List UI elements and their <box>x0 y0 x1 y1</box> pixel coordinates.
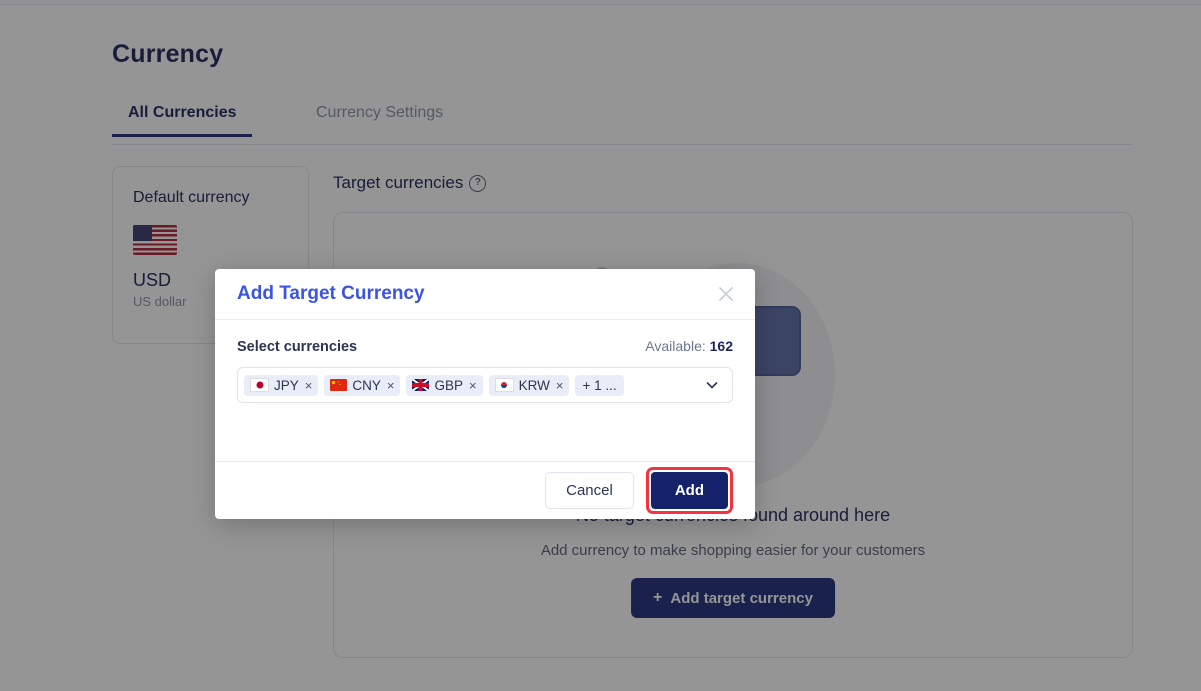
add-button[interactable]: Add <box>650 471 728 510</box>
selected-currency-chips: JPY × CNY × GBP × KRW × + 1 ... <box>244 374 696 396</box>
kr-flag-icon <box>494 378 514 392</box>
remove-chip-icon[interactable]: × <box>469 378 477 393</box>
available-value: 162 <box>709 338 733 354</box>
add-button-highlight: Add <box>645 466 733 515</box>
close-icon[interactable] <box>715 283 737 305</box>
currency-chip-label: GBP <box>434 377 463 393</box>
cancel-button[interactable]: Cancel <box>545 472 634 509</box>
available-count: Available: 162 <box>645 338 733 354</box>
remove-chip-icon[interactable]: × <box>556 378 564 393</box>
remove-chip-icon[interactable]: × <box>387 378 395 393</box>
screen-root: Currency All Currencies Currency Setting… <box>0 0 1201 691</box>
add-target-currency-dialog: Add Target Currency Select currencies Av… <box>215 269 755 519</box>
currency-chip-cny[interactable]: CNY × <box>324 374 401 396</box>
dialog-title: Add Target Currency <box>237 283 425 304</box>
available-label: Available: <box>645 338 706 354</box>
currency-chip-label: CNY <box>352 377 381 393</box>
select-currencies-row: Select currencies Available: 162 <box>237 338 733 355</box>
currency-chip-overflow[interactable]: + 1 ... <box>575 374 624 396</box>
jp-flag-icon <box>250 378 269 392</box>
currency-chip-jpy[interactable]: JPY × <box>244 374 319 396</box>
currency-multiselect[interactable]: JPY × CNY × GBP × KRW × + 1 ... <box>237 367 733 403</box>
dialog-header: Add Target Currency <box>215 269 755 320</box>
dialog-body: Select currencies Available: 162 JPY × C… <box>215 320 755 462</box>
currency-chip-krw[interactable]: KRW × <box>488 374 570 396</box>
currency-chip-label: JPY <box>274 377 299 393</box>
cn-flag-icon <box>330 379 348 391</box>
select-currencies-label: Select currencies <box>237 339 358 355</box>
gb-flag-icon <box>412 379 430 391</box>
chevron-down-icon[interactable] <box>702 378 722 392</box>
remove-chip-icon[interactable]: × <box>305 378 313 393</box>
dialog-footer: Cancel Add <box>215 461 755 519</box>
currency-chip-label: KRW <box>518 377 550 393</box>
currency-chip-gbp[interactable]: GBP × <box>406 374 483 396</box>
